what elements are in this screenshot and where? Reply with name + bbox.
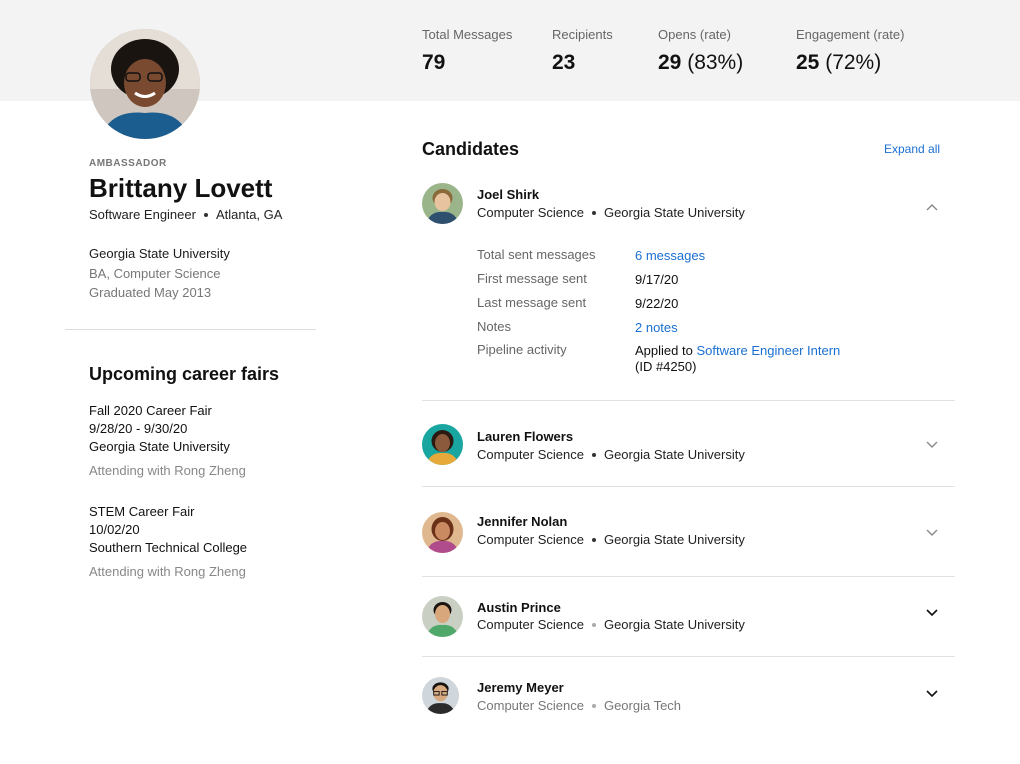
candidate-row-joel-shirk[interactable]: Joel Shirk Computer Science Georgia State…	[422, 182, 955, 226]
chevron-down-icon[interactable]	[925, 525, 939, 539]
stat-total-messages: Total Messages 79	[422, 27, 512, 75]
job-link[interactable]: Software Engineer Intern	[696, 343, 840, 358]
divider	[65, 329, 316, 330]
ambassador-role: Software Engineer Atlanta, GA	[89, 207, 282, 222]
ambassador-avatar	[90, 29, 200, 139]
detail-label: First message sent	[477, 271, 587, 286]
stat-value: 23	[552, 51, 576, 74]
total-messages-link[interactable]: 6 messages	[635, 248, 705, 264]
ambassador-title: Software Engineer	[89, 207, 196, 222]
ambassador-graduated: Graduated May 2013	[89, 285, 212, 300]
candidate-name: Jeremy Meyer	[477, 680, 564, 695]
candidate-avatar	[422, 424, 463, 465]
candidate-name: Lauren Flowers	[477, 429, 574, 444]
expand-all-link[interactable]: Expand all	[884, 142, 940, 156]
fair-dates: 10/02/20	[89, 522, 140, 537]
stat-engagement: Engagement (rate) 25 (72%)	[796, 27, 904, 75]
ambassador-education: Georgia State University BA, Computer Sc…	[89, 244, 230, 303]
candidates-title: Candidates	[422, 139, 520, 159]
candidate-avatar	[422, 677, 459, 714]
notes-link[interactable]: 2 notes	[635, 320, 678, 336]
stat-recipients: Recipients 23	[552, 27, 613, 75]
stat-opens: Opens (rate) 29 (83%)	[658, 27, 743, 75]
stat-value: 79	[422, 51, 446, 74]
ambassador-tag: AMBASSADOR	[89, 158, 167, 169]
chevron-up-icon[interactable]	[925, 201, 939, 215]
candidate-avatar	[422, 183, 463, 224]
fair-location: Georgia State University	[89, 439, 230, 454]
divider	[422, 576, 955, 577]
candidate-meta: Computer Science Georgia Tech	[477, 698, 682, 713]
divider	[422, 400, 955, 401]
stat-value: 29 (83%)	[658, 51, 744, 74]
candidate-name: Joel Shirk	[477, 187, 540, 202]
chevron-down-icon[interactable]	[925, 605, 939, 619]
chevron-down-icon[interactable]	[925, 437, 939, 451]
fair-attending: Attending with Rong Zheng	[89, 463, 246, 478]
chevron-down-icon[interactable]	[925, 686, 939, 700]
candidate-meta: Computer Science Georgia State University	[477, 532, 745, 547]
stat-label: Opens (rate)	[658, 27, 731, 42]
career-fair-item: STEM Career Fair 10/02/20 Southern Techn…	[89, 503, 247, 581]
candidate-meta: Computer Science Georgia State University	[477, 205, 745, 220]
stat-value: 25 (72%)	[796, 51, 882, 74]
candidate-avatar	[422, 512, 463, 553]
ambassador-name: Brittany Lovett	[89, 173, 273, 203]
detail-label: Pipeline activity	[477, 342, 567, 357]
last-message-date: 9/22/20	[635, 296, 679, 311]
fair-name: STEM Career Fair	[89, 504, 195, 519]
divider	[422, 486, 955, 487]
detail-label: Last message sent	[477, 295, 587, 310]
fair-name: Fall 2020 Career Fair	[89, 403, 212, 418]
candidate-row-lauren-flowers[interactable]: Lauren Flowers Computer Science Georgia S…	[422, 423, 955, 467]
ambassador-location: Atlanta, GA	[215, 207, 283, 222]
pipeline-activity: Applied to Software Engineer Intern (ID …	[635, 343, 841, 374]
stat-label: Recipients	[552, 27, 613, 42]
fair-location: Southern Technical College	[89, 540, 248, 555]
stat-label: Total Messages	[422, 27, 513, 42]
ambassador-school: Georgia State University	[89, 246, 230, 261]
candidate-meta: Computer Science Georgia State University	[477, 617, 745, 632]
divider	[422, 656, 955, 657]
ambassador-degree: BA, Computer Science	[89, 265, 221, 281]
stat-label: Engagement (rate)	[796, 27, 905, 42]
candidate-name: Jennifer Nolan	[477, 514, 568, 529]
detail-label: Notes	[477, 319, 511, 334]
separator-dot	[203, 212, 208, 217]
fair-attending: Attending with Rong Zheng	[89, 564, 246, 579]
candidate-row-jennifer-nolan[interactable]: Jennifer Nolan Computer Science Georgia S…	[422, 511, 955, 555]
candidate-name: Austin Prince	[477, 600, 561, 615]
candidate-row-jeremy-meyer[interactable]: Jeremy Meyer Computer Science Georgia Tec…	[422, 676, 955, 720]
first-message-date: 9/17/20	[635, 272, 679, 287]
fair-dates: 9/28/20 - 9/30/20	[89, 421, 188, 436]
career-fair-item: Fall 2020 Career Fair 9/28/20 - 9/30/20 …	[89, 402, 246, 480]
detail-label: Total sent messages	[477, 247, 596, 262]
candidate-meta: Computer Science Georgia State University	[477, 447, 745, 462]
career-fairs-title: Upcoming career fairs	[89, 364, 280, 384]
candidate-avatar	[422, 596, 463, 637]
candidate-row-austin-prince[interactable]: Austin Prince Computer Science Georgia St…	[422, 595, 955, 639]
